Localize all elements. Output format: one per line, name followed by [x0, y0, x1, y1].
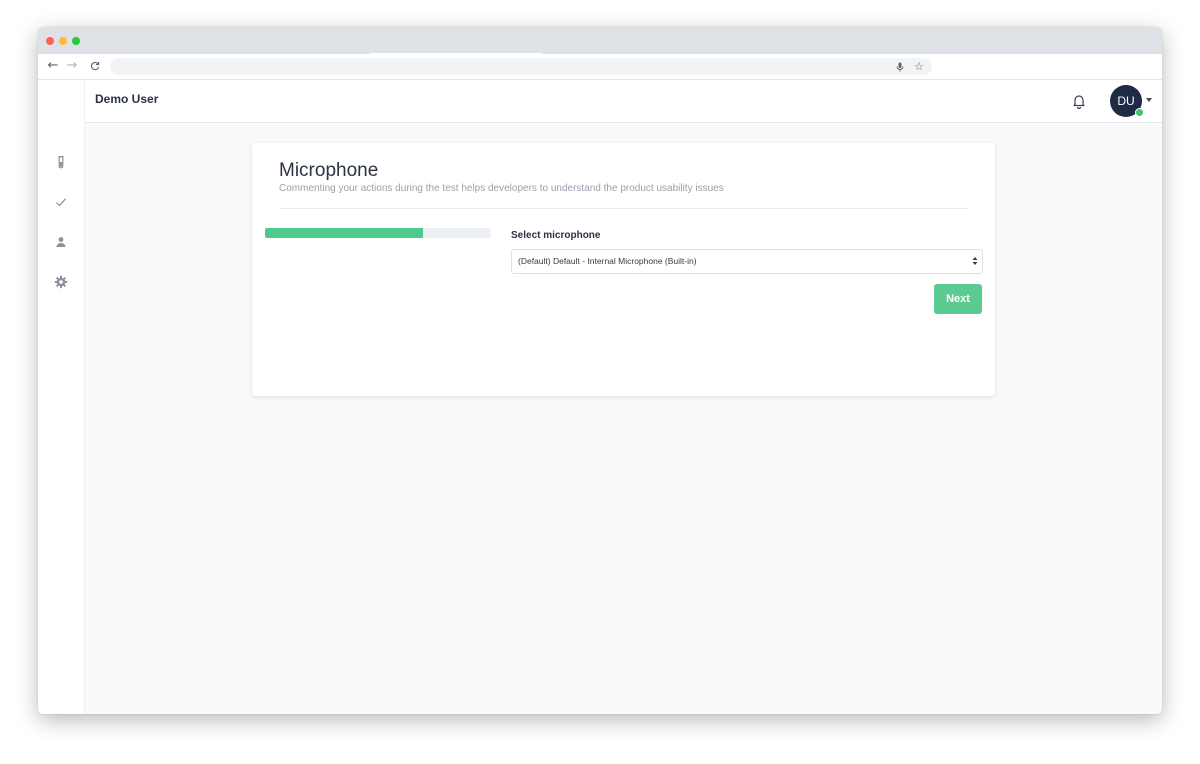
browser-toolbar: ← → ☆ — [38, 54, 1162, 80]
reload-icon[interactable] — [88, 58, 102, 74]
chevron-down-icon[interactable] — [1146, 98, 1152, 102]
bookmark-star-icon[interactable]: ☆ — [914, 58, 924, 75]
microphone-select-value: (Default) Default - Internal Microphone … — [518, 256, 697, 266]
card-title: Microphone — [279, 160, 379, 181]
user-icon — [56, 237, 66, 247]
online-status-indicator — [1135, 108, 1144, 117]
browser-window: ← → ☆ Demo User DU Microphone Commenting… — [38, 27, 1162, 714]
bell-icon[interactable] — [1071, 93, 1087, 110]
divider — [279, 208, 969, 209]
gear-icon — [54, 275, 68, 289]
microphone-icon[interactable] — [896, 58, 904, 75]
setup-progress-bar — [265, 228, 491, 238]
sidebar-item-settings[interactable] — [50, 271, 72, 293]
close-window-button[interactable] — [46, 37, 54, 45]
test-tube-icon — [58, 156, 64, 169]
sidebar — [38, 80, 85, 714]
select-arrows-icon — [972, 257, 978, 265]
browser-titlebar — [38, 27, 1162, 55]
sidebar-item-profile[interactable] — [50, 231, 72, 253]
back-arrow-icon[interactable]: ← — [46, 58, 60, 74]
check-icon — [56, 198, 66, 207]
card-subtitle: Commenting your actions during the test … — [279, 183, 724, 194]
minimize-window-button[interactable] — [59, 37, 67, 45]
progress-fill — [265, 228, 424, 238]
forward-arrow-icon[interactable]: → — [65, 58, 79, 74]
microphone-select[interactable]: (Default) Default - Internal Microphone … — [511, 249, 983, 274]
microphone-setup-card: Microphone Commenting your actions durin… — [252, 143, 995, 396]
address-bar[interactable]: ☆ — [110, 58, 932, 75]
maximize-window-button[interactable] — [72, 37, 80, 45]
top-header: Demo User DU — [85, 80, 1162, 123]
page-title: Demo User — [95, 92, 159, 106]
sidebar-item-tests[interactable] — [50, 151, 72, 173]
app-content: Demo User DU Microphone Commenting your … — [38, 80, 1162, 714]
next-button[interactable]: Next — [934, 284, 982, 314]
sidebar-item-completed[interactable] — [50, 191, 72, 213]
select-microphone-label: Select microphone — [511, 230, 601, 241]
